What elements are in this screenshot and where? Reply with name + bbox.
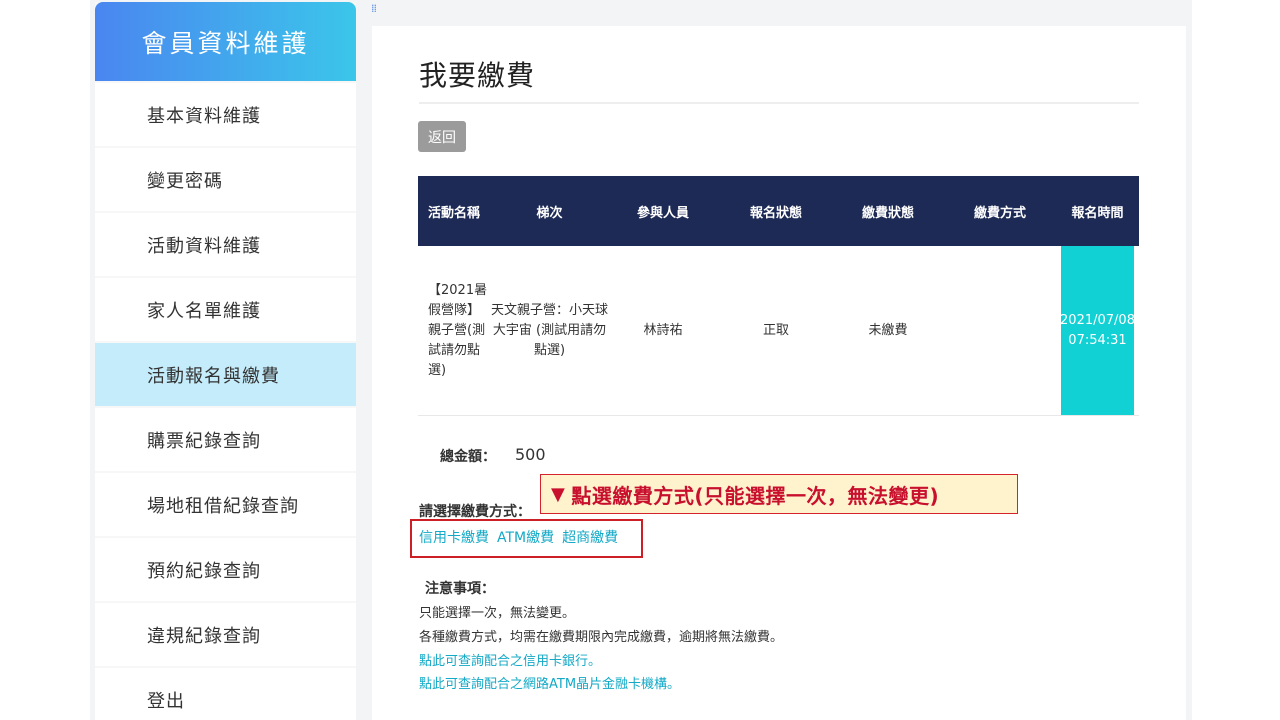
sidebar-item-logout[interactable]: 登出 xyxy=(95,668,356,720)
sidebar-item-label: 場地租借紀錄查詢 xyxy=(147,495,299,517)
payment-options: 信用卡繳費 ATM繳費 超商繳費 xyxy=(419,527,618,547)
sidebar-item-label: 基本資料維護 xyxy=(147,105,261,127)
sidebar-item-label: 家人名單維護 xyxy=(147,300,261,322)
sidebar-item-ticket-records[interactable]: 購票紀錄查詢 xyxy=(95,408,356,471)
drag-handle-icon[interactable]: ⁞⁞ xyxy=(371,3,377,14)
sidebar-item-label: 預約紀錄查詢 xyxy=(147,560,261,582)
total-value: 500 xyxy=(515,445,546,464)
col-payment-method: 繳費方式 xyxy=(973,205,1026,221)
cell-signup-status: 正取 xyxy=(762,322,789,338)
col-activity-name: 活動名稱 xyxy=(428,205,481,221)
col-payment-status: 繳費狀態 xyxy=(861,205,914,221)
cell-signup-time: 2021/07/08 07:54:31 xyxy=(1060,246,1135,415)
sidebar-item-label: 活動報名與繳費 xyxy=(147,365,280,387)
sidebar-item-label: 活動資料維護 xyxy=(147,235,261,257)
down-triangle-icon: ▼ xyxy=(551,483,566,505)
sidebar-header: 會員資料維護 xyxy=(95,2,356,81)
table-row: 【2021暑假營隊】親子營(測試請勿點選) 天文親子營：小天球大宇宙 (測試用請… xyxy=(418,246,1139,416)
title-divider xyxy=(419,102,1139,104)
cell-activity: 【2021暑假營隊】親子營(測試請勿點選) xyxy=(428,282,488,378)
sidebar-item-label: 登出 xyxy=(147,690,185,712)
cell-payment-method xyxy=(939,246,1061,415)
payment-method-label: 請選擇繳費方式： xyxy=(419,504,531,520)
credit-card-payment-link[interactable]: 信用卡繳費 xyxy=(419,527,489,547)
cell-session: 天文親子營：小天球大宇宙 (測試用請勿點選) xyxy=(490,302,608,358)
sidebar-item-activity-info[interactable]: 活動資料維護 xyxy=(95,213,356,276)
note-line: 只能選擇一次，無法變更。 xyxy=(419,606,576,621)
sidebar-item-venue-rental[interactable]: 場地租借紀錄查詢 xyxy=(95,473,356,536)
sidebar-item-reservations[interactable]: 預約紀錄查詢 xyxy=(95,538,356,601)
table-header: 活動名稱 梯次 參與人員 報名狀態 繳費狀態 繳費方式 報名時間 xyxy=(418,176,1139,246)
cell-participant: 林詩祐 xyxy=(643,322,683,338)
instruction-text: 點選繳費方式(只能選擇一次，無法變更) xyxy=(571,483,940,508)
sidebar-item-label: 變更密碼 xyxy=(147,170,223,192)
sidebar-item-label: 購票紀錄查詢 xyxy=(147,430,261,452)
convenience-store-payment-link[interactable]: 超商繳費 xyxy=(562,527,618,547)
atm-payment-link[interactable]: ATM繳費 xyxy=(497,527,554,547)
registration-table: 活動名稱 梯次 參與人員 報名狀態 繳費狀態 繳費方式 報名時間 【2021暑假… xyxy=(418,176,1139,416)
instruction-callout: ▼ 點選繳費方式(只能選擇一次，無法變更) xyxy=(540,474,1018,514)
col-session: 梯次 xyxy=(536,205,563,221)
sidebar-item-signup-payment[interactable]: 活動報名與繳費 xyxy=(95,343,356,406)
sidebar-menu: 基本資料維護 變更密碼 活動資料維護 家人名單維護 活動報名與繳費 購票紀錄查詢… xyxy=(95,81,356,720)
page-title: 我要繳費 xyxy=(419,59,536,92)
col-signup-status: 報名狀態 xyxy=(749,205,802,221)
sidebar-item-label: 違規紀錄查詢 xyxy=(147,625,261,647)
back-button[interactable]: 返回 xyxy=(418,121,466,152)
credit-card-banks-link[interactable]: 點此可查詢配合之信用卡銀行。 xyxy=(419,650,601,669)
note-line: 各種繳費方式，均需在繳費期限內完成繳費，逾期將無法繳費。 xyxy=(419,630,784,645)
sidebar: 會員資料維護 基本資料維護 變更密碼 活動資料維護 家人名單維護 活動報名與繳費… xyxy=(95,2,356,720)
col-participant: 參與人員 xyxy=(636,205,689,221)
total-label: 總金額： xyxy=(440,449,496,465)
notes-title: 注意事項： xyxy=(425,581,495,597)
atm-institutions-link[interactable]: 點此可查詢配合之網路ATM晶片金融卡機構。 xyxy=(419,673,680,692)
sidebar-item-basic-info[interactable]: 基本資料維護 xyxy=(95,83,356,146)
sidebar-item-family-list[interactable]: 家人名單維護 xyxy=(95,278,356,341)
sidebar-item-violations[interactable]: 違規紀錄查詢 xyxy=(95,603,356,666)
sidebar-title: 會員資料維護 xyxy=(141,28,310,58)
col-signup-time: 報名時間 xyxy=(1071,205,1124,221)
cell-payment-status: 未繳費 xyxy=(868,322,908,338)
sidebar-item-change-password[interactable]: 變更密碼 xyxy=(95,148,356,211)
